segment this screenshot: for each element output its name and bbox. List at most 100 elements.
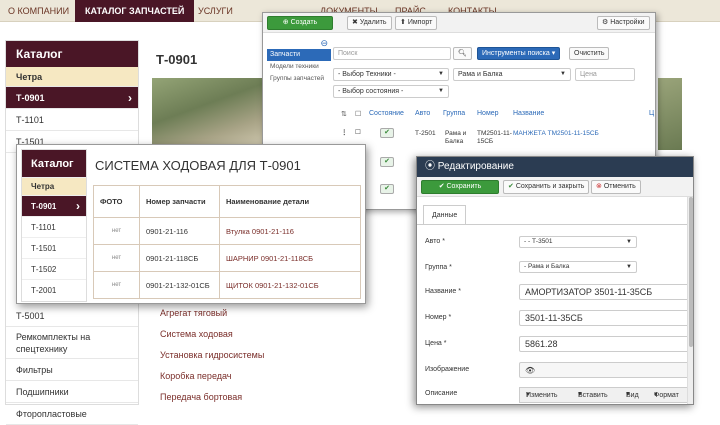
nav-about[interactable]: О КОМПАНИИ — [8, 0, 69, 22]
menu-insert[interactable]: Вставить ▾ — [578, 390, 608, 399]
create-label: Создать — [290, 19, 318, 26]
chevron-right-icon: › — [128, 91, 132, 105]
settings-button[interactable]: ⚙ Настройки — [597, 16, 650, 30]
drag-handle-icon[interactable]: ⋮ — [341, 129, 348, 137]
name-cell[interactable]: ЩИТОК 0901-21-132-01СБ — [219, 271, 361, 299]
catalog-item-t2001[interactable]: Т-2001 — [22, 280, 86, 301]
catalog-item-t1502[interactable]: Т-1502 — [22, 259, 86, 280]
column-group[interactable]: Группа — [443, 110, 465, 117]
published-check-icon[interactable]: ✔ — [380, 184, 394, 194]
sort-icon[interactable]: ⇅ — [341, 110, 347, 118]
header-number: Номер запчасти — [139, 185, 220, 218]
sidebar-item-t0901[interactable]: Т-0901 › — [6, 87, 138, 109]
search-tools-button[interactable]: Инструменты поиска ▾ — [477, 47, 561, 60]
image-field[interactable]: 👁︎ — [519, 362, 693, 378]
number-label: Номер * — [425, 314, 452, 321]
scrollbar[interactable] — [687, 197, 693, 404]
state-filter-select[interactable]: - Выбор состояния - ▼ — [333, 85, 449, 98]
catalog-category[interactable]: Четра — [22, 178, 86, 196]
link-traction-unit[interactable]: Агрегат тяговый — [160, 303, 264, 324]
catalog-item-label: Т-0901 — [31, 202, 57, 211]
row-name-link[interactable]: МАНЖЕТА ТМ2501-11-15СБ — [513, 130, 599, 138]
sidebar-category[interactable]: Четра — [6, 67, 138, 87]
select-all-checkbox[interactable]: ☐ — [355, 110, 361, 118]
row-checkbox[interactable]: ☐ — [355, 129, 361, 137]
admin-submenu: ⊖ Запчасти Модели техники Группы запчаст… — [267, 37, 331, 85]
row-number: ТМ2501-11-15СБ — [477, 130, 512, 145]
photo-cell: нет — [93, 217, 140, 245]
column-state[interactable]: Состояние — [369, 110, 404, 117]
edit-toolbar: ✔ Сохранить ✔ Сохранить и закрыть ⊗ Отме… — [417, 177, 693, 197]
column-price-partial[interactable]: Ц — [649, 110, 654, 117]
tech-filter-select[interactable]: - Выбор Техники - ▼ — [333, 68, 449, 81]
published-check-icon[interactable]: ✔ — [380, 128, 394, 138]
table-header-row: ФОТО Номер запчасти Наименование детали — [93, 185, 361, 218]
catalog-item-t0901[interactable]: Т-0901 › — [22, 196, 86, 217]
menu-insert-label: Вставить — [578, 392, 608, 399]
price-label: Цена * — [425, 340, 447, 347]
group-value: - Рама и Балка — [524, 263, 570, 270]
number-input[interactable]: 3501-11-35СБ — [519, 310, 693, 326]
search-input[interactable]: Поиск — [333, 47, 451, 60]
tab-divider — [417, 224, 693, 225]
group-select[interactable]: - Рама и Балка ▼ — [519, 261, 637, 273]
sidebar-item-bearings[interactable]: Подшипники — [6, 381, 138, 403]
menu-edit[interactable]: Изменить ▾ — [526, 390, 558, 399]
name-input[interactable]: АМОРТИЗАТОР 3501-11-35СБ — [519, 284, 693, 300]
delete-button[interactable]: ✖ Удалить — [347, 16, 392, 30]
name-cell[interactable]: Втулка 0901-21-116 — [219, 217, 361, 245]
catalog-item-t1101[interactable]: Т-1101 — [22, 217, 86, 238]
menu-edit-label: Изменить — [526, 392, 558, 399]
column-auto[interactable]: Авто — [415, 110, 430, 117]
edit-window-title: Редактирование — [437, 161, 514, 172]
row-group: Рама и Балка — [445, 130, 467, 145]
menu-view[interactable]: Вид ▾ — [626, 390, 639, 399]
catalog-item-t1501[interactable]: Т-1501 — [22, 238, 86, 259]
settings-label: Настройки — [610, 19, 645, 26]
nav-catalog[interactable]: КАТАЛОГ ЗАПЧАСТЕЙ — [75, 0, 195, 22]
eye-icon[interactable]: 👁︎ — [525, 366, 535, 375]
save-close-button[interactable]: ✔ Сохранить и закрыть — [503, 180, 590, 194]
submenu-models[interactable]: Модели техники — [267, 61, 331, 73]
scrollbar-thumb[interactable] — [689, 197, 693, 347]
save-label: Сохранить — [446, 183, 482, 190]
catalog-title: СИСТЕМА ХОДОВАЯ ДЛЯ Т-0901 — [95, 158, 301, 173]
sidebar-item-t5001[interactable]: Т-5001 — [6, 305, 138, 327]
check-icon: ✔ — [508, 183, 516, 190]
name-cell[interactable]: ШАРНИР 0901-21-118СБ — [219, 244, 361, 272]
column-number[interactable]: Номер — [477, 110, 499, 117]
sidebar-item-t1101[interactable]: Т-1101 — [6, 109, 138, 131]
published-check-icon[interactable]: ✔ — [380, 157, 394, 167]
clear-button[interactable]: Очистить — [569, 47, 610, 60]
search-button[interactable]: 🔍︎ — [453, 47, 472, 60]
cancel-button[interactable]: ⊗ Отменить — [591, 180, 641, 194]
back-circle-icon[interactable]: ⊖ — [267, 37, 331, 49]
submenu-groups[interactable]: Группы запчастей — [267, 73, 331, 85]
sidebar-item-ptfe[interactable]: Фторопластовые — [6, 403, 138, 425]
price-input[interactable]: 5861.28 — [519, 336, 693, 352]
link-gearbox[interactable]: Коробка передач — [160, 366, 264, 387]
menu-format[interactable]: Формат ▾ — [654, 390, 679, 399]
chevron-down-icon: ▼ — [626, 239, 632, 245]
auto-select[interactable]: - - Т-3501 ▼ — [519, 236, 637, 248]
import-button[interactable]: ⬆ Импорт — [395, 16, 438, 30]
group-filter-select[interactable]: Рама и Балка ▼ — [453, 68, 571, 81]
submenu-parts[interactable]: Запчасти — [267, 49, 331, 61]
save-button[interactable]: ✔ Сохранить — [421, 180, 499, 194]
product-photo — [152, 78, 270, 150]
catalog-page-window: Каталог Четра Т-0901 › Т-1101 Т-1501 Т-15… — [16, 144, 366, 304]
table-row: нет 0901-21-132-01СБ ЩИТОК 0901-21-132-0… — [93, 271, 361, 299]
image-label: Изображение — [425, 366, 470, 373]
create-button[interactable]: ⊕ Создать — [267, 16, 333, 30]
edit-circle-icon: ⦿ — [425, 161, 438, 172]
menu-format-label: Формат — [654, 392, 679, 399]
section-links: Агрегат тяговый Система ходовая Установк… — [160, 303, 264, 408]
nav-services[interactable]: УСЛУГИ — [198, 0, 233, 22]
link-running-gear[interactable]: Система ходовая — [160, 324, 264, 345]
sidebar-item-filters[interactable]: Фильтры — [6, 359, 138, 381]
link-hydraulics[interactable]: Установка гидросистемы — [160, 345, 264, 366]
sidebar-item-repair-kits[interactable]: Ремкомплекты на спецтехнику — [6, 327, 138, 359]
column-name[interactable]: Название — [513, 110, 544, 117]
price-input[interactable]: Цена — [575, 68, 635, 81]
tab-data[interactable]: Данные — [423, 205, 467, 225]
